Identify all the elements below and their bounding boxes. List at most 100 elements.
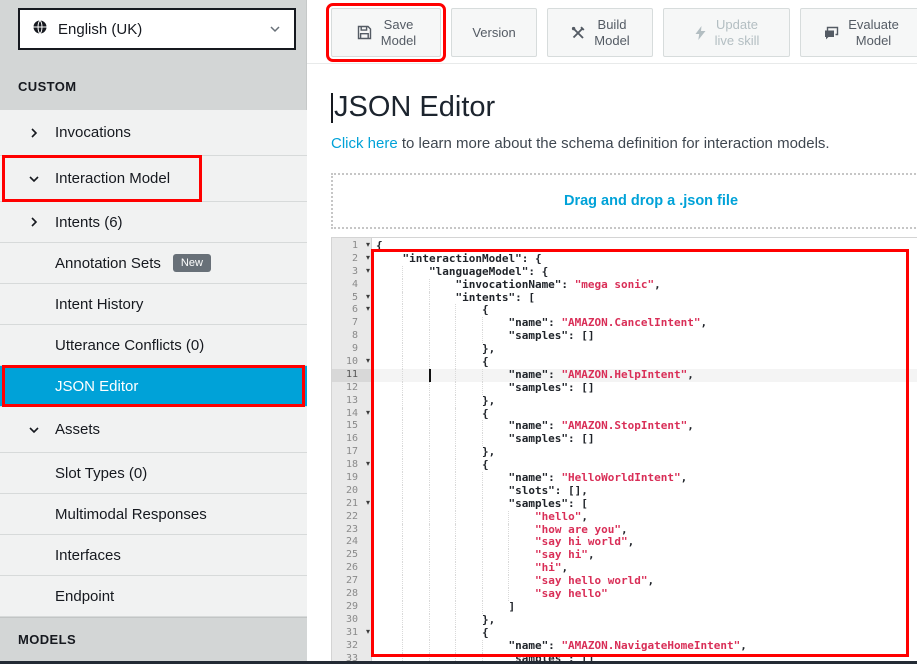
click-here-link[interactable]: Click here (331, 135, 398, 152)
fold-toggle-icon[interactable]: ▾ (366, 265, 370, 278)
gutter-line-number: 11 (332, 369, 371, 382)
page-title-text: JSON Editor (334, 91, 495, 124)
version-label: Version (472, 25, 515, 40)
json-dropzone[interactable]: Drag and drop a .json file (331, 173, 917, 229)
sidebar-item-label: JSON Editor (55, 378, 138, 395)
code-line: "samples": [] (372, 653, 917, 662)
gutter-line-number: 7 (332, 317, 371, 330)
fold-toggle-icon[interactable]: ▾ (366, 303, 370, 316)
editor-code-area[interactable]: { "interactionModel": { "languageModel":… (372, 238, 917, 661)
indent-guide (402, 653, 403, 662)
chevron-right-icon (28, 127, 55, 139)
sidebar-item-invocations[interactable]: Invocations (0, 110, 307, 156)
version-button[interactable]: Version (451, 8, 537, 57)
gutter-line-number: 28 (332, 588, 371, 601)
evaluate-model-label: EvaluateModel (848, 17, 899, 48)
sidebar-item-label: Utterance Conflicts (0) (55, 337, 204, 354)
sidebar-item-label: Interaction Model (55, 170, 170, 187)
sidebar-item-intent-history[interactable]: Intent History (0, 284, 307, 325)
language-selector[interactable]: English (UK) (18, 8, 296, 50)
sidebar-item-label: Multimodal Responses (55, 506, 207, 523)
fold-toggle-icon[interactable]: ▾ (366, 407, 370, 420)
toolbar: SaveModel Version BuildModel Updatelive ski… (307, 0, 917, 64)
fold-toggle-icon[interactable]: ▾ (366, 497, 370, 510)
build-model-label: BuildModel (594, 17, 629, 48)
indent-guide (482, 653, 483, 662)
page-title: JSON Editor (331, 91, 917, 124)
save-icon (356, 24, 373, 41)
alexa-developer-console: English (UK) CUSTOM Invocations Interacti… (0, 0, 917, 667)
gutter-line-number: 23 (332, 524, 371, 537)
subtitle-text: to learn more about the schema definitio… (398, 135, 830, 152)
chevron-down-icon (28, 424, 55, 436)
sidebar-item-multimodal-responses[interactable]: Multimodal Responses (0, 494, 307, 535)
evaluate-model-button[interactable]: EvaluateModel (800, 8, 917, 57)
sidebar: English (UK) CUSTOM Invocations Interacti… (0, 0, 307, 661)
gutter-line-number: 14▾ (332, 408, 371, 421)
gutter-line-number: 27 (332, 575, 371, 588)
sidebar-item-endpoint[interactable]: Endpoint (0, 576, 307, 617)
sidebar-item-interfaces[interactable]: Interfaces (0, 535, 307, 576)
new-badge: New (173, 254, 211, 272)
sidebar-nav: Invocations Interaction Model Intents (6) A… (0, 110, 307, 617)
gutter-line-number: 10▾ (332, 356, 371, 369)
fold-toggle-icon[interactable]: ▾ (366, 458, 370, 471)
sidebar-item-label: Assets (55, 421, 100, 438)
json-code-editor[interactable]: 1▾2▾3▾45▾6▾78910▾11121314▾15161718▾19202… (331, 237, 917, 661)
sidebar-item-annotation-sets[interactable]: Annotation Sets New (0, 243, 307, 284)
fold-toggle-icon[interactable]: ▾ (366, 626, 370, 639)
gutter-line-number: 31▾ (332, 627, 371, 640)
custom-section-header: CUSTOM (18, 79, 77, 94)
gutter-line-number: 29 (332, 601, 371, 614)
models-section-label: MODELS (18, 632, 76, 647)
dropzone-label: Drag and drop a .json file (564, 193, 738, 209)
sidebar-item-label: Invocations (55, 124, 131, 141)
fold-toggle-icon[interactable]: ▾ (366, 252, 370, 265)
sidebar-item-assets[interactable]: Assets (0, 407, 307, 453)
subtitle: Click here to learn more about the schem… (331, 135, 917, 152)
sidebar-item-utterance-conflicts-0[interactable]: Utterance Conflicts (0) (0, 325, 307, 366)
build-icon (570, 25, 586, 41)
gutter-line-number: 6▾ (332, 304, 371, 317)
main-content: JSON Editor Click here to learn more abo… (307, 64, 917, 661)
sidebar-item-label: Interfaces (55, 547, 121, 564)
chevron-down-icon (268, 22, 282, 36)
language-selector-label: English (UK) (58, 21, 142, 38)
save-model-button[interactable]: SaveModel (331, 8, 441, 57)
save-model-label: SaveModel (381, 17, 416, 48)
build-model-button[interactable]: BuildModel (547, 8, 653, 57)
update-live-skill-button: Updatelive skill (663, 8, 790, 57)
gutter-line-number: 22 (332, 511, 371, 524)
sidebar-item-slot-types-0[interactable]: Slot Types (0) (0, 453, 307, 494)
editor-gutter: 1▾2▾3▾45▾6▾78910▾11121314▾15161718▾19202… (332, 238, 372, 661)
sidebar-item-label: Intents (6) (55, 214, 123, 231)
chevron-down-icon (28, 173, 55, 185)
update-live-skill-label: Updatelive skill (715, 17, 760, 48)
fold-toggle-icon[interactable]: ▾ (366, 239, 370, 252)
gutter-line-number: 32 (332, 640, 371, 653)
gutter-line-number: 12 (332, 382, 371, 395)
gutter-line-number: 21▾ (332, 498, 371, 511)
sidebar-item-label: Endpoint (55, 588, 114, 605)
fold-toggle-icon[interactable]: ▾ (366, 355, 370, 368)
chat-icon (823, 25, 840, 41)
gutter-line-number: 25 (332, 549, 371, 562)
gutter-line-number: 16 (332, 433, 371, 446)
sidebar-item-json-editor[interactable]: JSON Editor (0, 366, 307, 407)
models-section-header: MODELS (0, 617, 307, 661)
sidebar-item-label: Slot Types (0) (55, 465, 147, 482)
sidebar-item-interaction-model[interactable]: Interaction Model (0, 156, 307, 202)
fold-toggle-icon[interactable]: ▾ (366, 291, 370, 304)
gutter-line-number: 18▾ (332, 459, 371, 472)
indent-guide (429, 653, 430, 662)
gutter-line-number: 26 (332, 562, 371, 575)
window-bottom-edge (0, 661, 917, 664)
chevron-right-icon (28, 216, 55, 228)
gutter-line-number: 3▾ (332, 266, 371, 279)
globe-icon (32, 19, 48, 39)
bolt-icon (694, 25, 707, 41)
sidebar-item-intents-6[interactable]: Intents (6) (0, 202, 307, 243)
gutter-line-number: 19 (332, 472, 371, 485)
gutter-line-number: 8 (332, 330, 371, 343)
sidebar-item-label: Annotation Sets (55, 255, 161, 272)
